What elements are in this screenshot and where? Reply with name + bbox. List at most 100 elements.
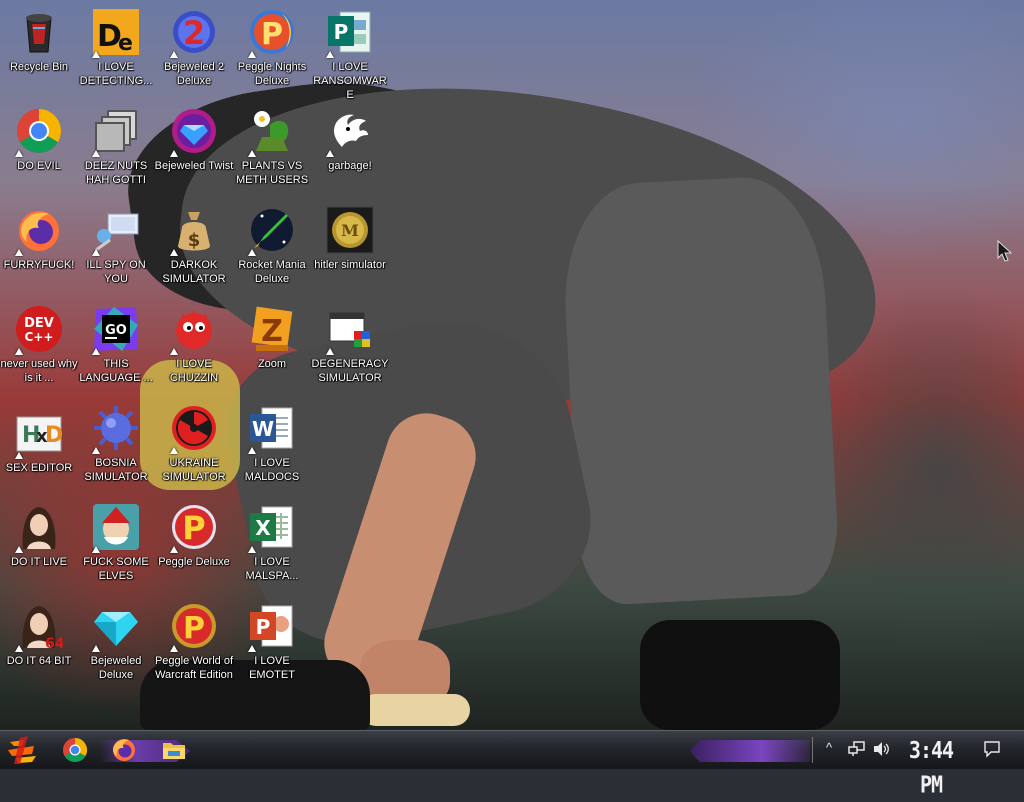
icon-label: I LOVE DETECTING... [79, 61, 153, 87]
dev-cpp-icon: DEV C++ [15, 305, 63, 355]
mouse-cursor-icon [997, 240, 1013, 262]
svg-text:M: M [341, 221, 359, 240]
garbage-logo-icon [326, 107, 374, 157]
desktop-icon-degeneracy-simulator[interactable]: DEGENERACY SIMULATOR [311, 299, 389, 393]
icon-label: DO IT LIVE [10, 556, 68, 568]
elf-game-icon [92, 503, 140, 553]
taskbar-firefox-button[interactable] [110, 736, 138, 764]
icon-label: SEX EDITOR [5, 462, 73, 474]
desktop-icon-do-it-live[interactable]: DO IT LIVE [1, 497, 77, 591]
desktop-icon-i-love-chuzzin[interactable]: I LOVE CHUZZIN [156, 299, 232, 393]
shortcut-arrow-icon [170, 249, 178, 256]
shortcut-arrow-icon [92, 447, 100, 454]
rocket-mania-icon [248, 206, 296, 256]
shortcut-arrow-icon [170, 348, 178, 355]
svg-text:e: e [118, 31, 133, 56]
volume-icon[interactable] [872, 741, 890, 757]
shortcut-arrow-icon [170, 546, 178, 553]
remote-desktop-icon [92, 206, 140, 256]
icon-label: Peggle World of Warcraft Edition [154, 655, 234, 681]
desktop-icon-i-love-maldocs[interactable]: W I LOVE MALDOCS [234, 398, 310, 492]
file-explorer-icon [163, 743, 185, 759]
desktop-icon-i-love-emotet[interactable]: P I LOVE EMOTET [234, 596, 310, 690]
desktop-icon-zoom[interactable]: Z Zoom [234, 299, 310, 393]
hxd-icon: HxD [15, 409, 63, 459]
firefox-icon [113, 739, 135, 761]
shortcut-arrow-icon [248, 447, 256, 454]
icon-label: BOSNIA SIMULATOR [84, 457, 148, 483]
desktop-icon-detect-it-easy[interactable]: De I LOVE DETECTING... [78, 2, 154, 96]
desktop-icon-bejeweled-2[interactable]: 2 Bejeweled 2 Deluxe [156, 2, 232, 96]
svg-text:D: D [45, 423, 63, 448]
medal-icon: M [326, 206, 374, 254]
icon-label: I LOVE EMOTET [249, 655, 295, 681]
desktop-icon-rocket-mania[interactable]: Rocket Mania Deluxe [234, 200, 310, 294]
powerpoint-icon: P [248, 602, 296, 652]
shortcut-arrow-icon [248, 51, 256, 58]
word-icon: W [248, 404, 296, 454]
taskbar-decoration [690, 740, 810, 762]
desktop-icon-do-evil[interactable]: DO EVIL [1, 101, 77, 195]
desktop-icon-ukraine-simulator[interactable]: UKRAINE SIMULATOR [156, 398, 232, 492]
taskbar-file-explorer-button[interactable] [160, 736, 188, 764]
desktop-icon-hitler-simulator[interactable]: M hitler simulator [312, 200, 388, 294]
shortcut-arrow-icon [15, 645, 23, 652]
desktop-icon-bosnia-simulator[interactable]: BOSNIA SIMULATOR [78, 398, 154, 492]
desktop-icon-dev-cpp[interactable]: DEV C++ never used why is it ... [0, 299, 78, 393]
taskbar-clock[interactable]: 3:44 PM [898, 733, 964, 798]
desktop-icon-garbage[interactable]: garbage! [312, 101, 388, 195]
desktop-icon-deez-nuts[interactable]: DEEZ NUTS HAH GOTTI [78, 101, 154, 195]
desktop-icon-plants-vs-meth-users[interactable]: PLANTS VS METH USERS [234, 101, 310, 195]
desktop-icon-furryfuck[interactable]: FURRYFUCK! [1, 200, 77, 294]
spiked-mine-icon [92, 404, 140, 454]
icon-label: Bejeweled Deluxe [90, 655, 142, 681]
desktop-icon-peggle-wow[interactable]: P Peggle World of Warcraft Edition [154, 596, 234, 690]
svg-text:P: P [182, 509, 205, 547]
shortcut-arrow-icon [170, 150, 178, 157]
icon-label: Rocket Mania Deluxe [238, 259, 306, 285]
peggle-icon: P [170, 503, 218, 553]
start-button[interactable] [6, 734, 40, 766]
shortcut-arrow-icon [248, 150, 256, 157]
icon-label: I LOVE MALSPA... [245, 556, 299, 582]
svg-text:W: W [252, 417, 274, 441]
shortcut-arrow-icon [326, 348, 334, 355]
detect-it-easy-icon: De [92, 8, 140, 58]
desktop-icon-sex-editor[interactable]: HxD SEX EDITOR [1, 403, 77, 497]
action-center-icon[interactable] [983, 740, 1001, 758]
icon-label: UKRAINE SIMULATOR [162, 457, 226, 483]
recycle-bin-icon [15, 8, 63, 56]
shortcut-arrow-icon [92, 645, 100, 652]
chrome-icon [15, 107, 63, 157]
desktop-icon-fuck-some-elves[interactable]: FUCK SOME ELVES [78, 497, 154, 591]
taskbar-chrome-button[interactable] [61, 736, 89, 764]
icon-label: ILL SPY ON YOU [86, 259, 146, 285]
svg-text:GO: GO [105, 323, 127, 338]
taskbar-divider [812, 737, 813, 763]
desktop-icon-i-love-ransomware[interactable]: P I LOVE RANSOMWARE [312, 2, 388, 101]
desktop-icon-peggle-deluxe[interactable]: P Peggle Deluxe [156, 497, 232, 591]
shortcut-arrow-icon [92, 51, 100, 58]
icon-label: Bejeweled 2 Deluxe [164, 61, 224, 87]
desktop-icon-peggle-nights[interactable]: P Peggle Nights Deluxe [234, 2, 310, 96]
network-icon[interactable] [848, 741, 866, 757]
peggle-nights-icon: P [248, 8, 296, 58]
shortcut-arrow-icon [15, 249, 23, 256]
chrome-icon [63, 738, 88, 763]
icon-label: Recycle Bin [9, 61, 69, 73]
desktop-icon-bejeweled-twist[interactable]: Bejeweled Twist [155, 101, 233, 195]
icon-label: I LOVE RANSOMWARE [313, 61, 387, 101]
desktop-icon-darkok-simulator[interactable]: $ DARKOK SIMULATOR [156, 200, 232, 294]
svg-text:2: 2 [183, 14, 205, 52]
desktop-icon-i-love-malspa[interactable]: X I LOVE MALSPA... [234, 497, 310, 591]
desktop-icon-do-it-64-bit[interactable]: 64 DO IT 64 BIT [1, 596, 77, 690]
desktop-icon-ill-spy-on-you[interactable]: ILL SPY ON YOU [78, 200, 154, 294]
icon-label: hitler simulator [314, 259, 386, 271]
desktop-icon-bejeweled-deluxe[interactable]: Bejeweled Deluxe [78, 596, 154, 690]
portrait-icon [15, 503, 63, 553]
svg-text:$: $ [188, 230, 201, 251]
svg-text:C++: C++ [25, 330, 54, 344]
desktop-icon-recycle-bin[interactable]: Recycle Bin [1, 2, 77, 96]
desktop-icon-this-language[interactable]: GO THIS LANGUAGE ... [78, 299, 154, 393]
show-hidden-icons-button[interactable]: ^ [826, 740, 832, 755]
